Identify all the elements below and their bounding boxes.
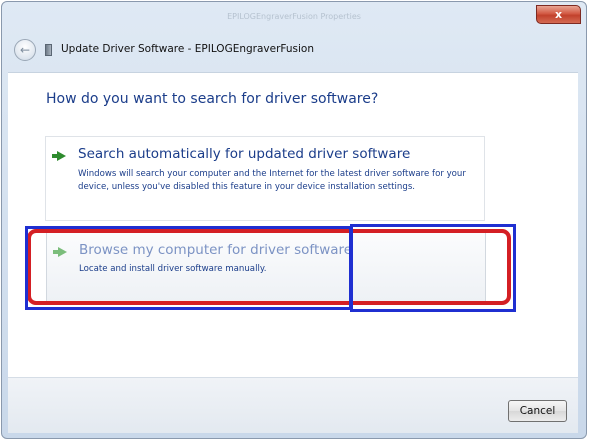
cancel-button[interactable]: Cancel <box>508 400 567 422</box>
dialog-header: ← Update Driver Software - EPILOGEngrave… <box>7 32 579 70</box>
back-button[interactable]: ← <box>14 39 36 61</box>
option-title: Search automatically for updated driver … <box>78 146 411 162</box>
green-arrow-icon <box>52 151 66 161</box>
back-arrow-icon: ← <box>19 43 31 57</box>
device-icon <box>45 44 52 56</box>
dialog-footer: Cancel <box>8 377 578 433</box>
highlight-blue-box-right <box>350 224 516 312</box>
page-question: How do you want to search for driver sof… <box>46 91 379 107</box>
dialog-title: Update Driver Software - EPILOGEngraverF… <box>61 43 314 55</box>
background-window-title: EPILOGEngraverFusion Properties <box>227 12 361 21</box>
highlight-blue-box-left <box>25 226 352 310</box>
close-button[interactable]: x <box>536 5 581 24</box>
option-description: Windows will search your computer and th… <box>78 169 466 192</box>
search-automatically-option[interactable]: Search automatically for updated driver … <box>45 136 485 221</box>
